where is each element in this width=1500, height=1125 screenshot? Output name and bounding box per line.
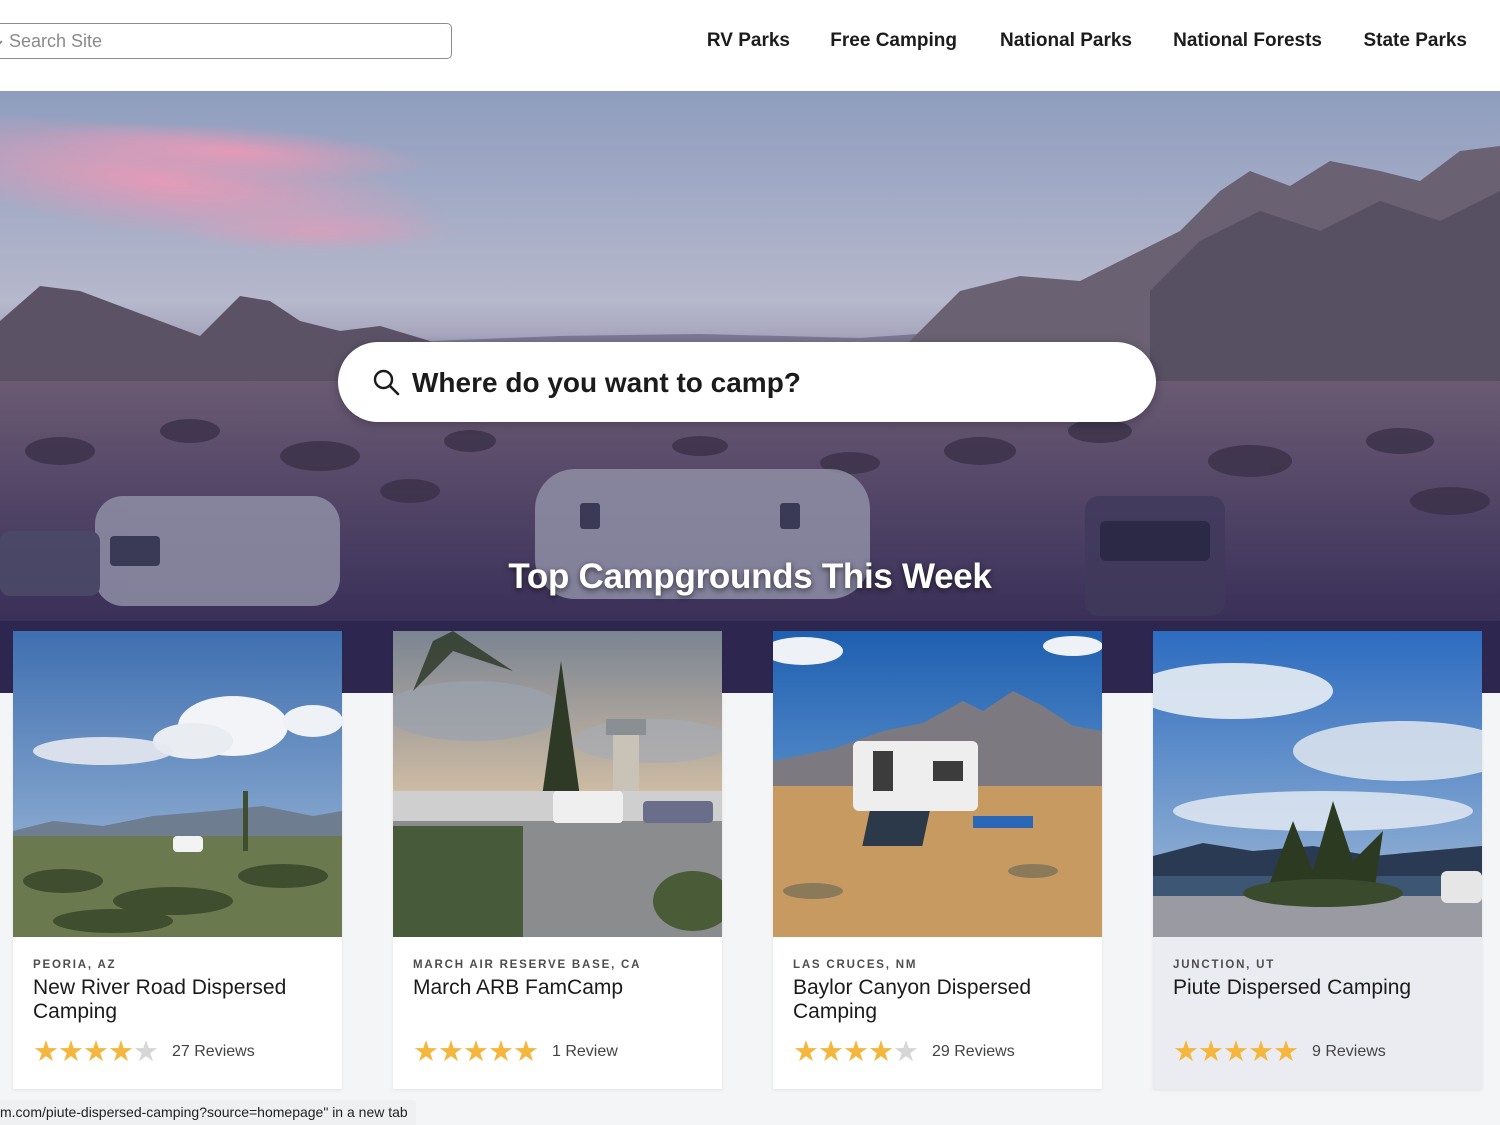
top-navigation-bar: RV Parks Free Camping National Parks Nat… [0, 0, 1500, 91]
star-filled-icon: ★ [108, 1036, 134, 1068]
campground-photo [393, 631, 722, 937]
link-status-bar: m.com/piute-dispersed-camping?source=hom… [0, 1100, 416, 1125]
campground-card[interactable]: JUNCTION, UT Piute Dispersed Camping ★ ★ ★… [1153, 631, 1482, 1089]
search-icon [0, 40, 3, 48]
search-icon [373, 369, 400, 396]
star-rating: ★ ★ ★ ★ ★ 27 Reviews [33, 1037, 255, 1067]
campground-location: JUNCTION, UT [1173, 959, 1276, 971]
star-filled-icon: ★ [818, 1036, 844, 1068]
star-rating: ★ ★ ★ ★ ★ 9 Reviews [1173, 1037, 1386, 1067]
nav-rv-parks[interactable]: RV Parks [707, 30, 790, 52]
campground-card[interactable]: PEORIA, AZ New River Road Dispersed Camp… [13, 631, 342, 1089]
campground-photo [1153, 631, 1482, 937]
site-search-input[interactable] [7, 29, 431, 53]
star-filled-icon: ★ [413, 1036, 439, 1068]
site-search-box[interactable] [0, 23, 452, 59]
nav-national-parks[interactable]: National Parks [1000, 30, 1132, 52]
star-rating: ★ ★ ★ ★ ★ 29 Reviews [793, 1037, 1015, 1067]
nav-state-parks[interactable]: State Parks [1363, 30, 1467, 52]
star-filled-icon: ★ [1173, 1036, 1199, 1068]
campground-photo [13, 631, 342, 937]
star-filled-icon: ★ [463, 1036, 489, 1068]
star-filled-icon: ★ [488, 1036, 514, 1068]
star-filled-icon: ★ [793, 1036, 819, 1068]
campground-card[interactable]: LAS CRUCES, NM Baylor Canyon Dispersed C… [773, 631, 1102, 1089]
star-filled-icon: ★ [843, 1036, 869, 1068]
campground-location: PEORIA, AZ [33, 959, 117, 971]
hero-banner: Top Campgrounds This Week [0, 91, 1500, 693]
review-count: 1 Review [552, 1043, 618, 1060]
star-filled-icon: ★ [83, 1036, 109, 1068]
campground-search-input[interactable] [410, 360, 1114, 406]
nav-national-forests[interactable]: National Forests [1173, 30, 1322, 52]
campground-name[interactable]: Piute Dispersed Camping [1173, 976, 1468, 1000]
review-count: 29 Reviews [932, 1043, 1015, 1060]
star-filled-icon: ★ [868, 1036, 894, 1068]
star-filled-icon: ★ [438, 1036, 464, 1068]
star-filled-icon: ★ [513, 1036, 539, 1068]
star-filled-icon: ★ [1248, 1036, 1274, 1068]
nav-free-camping[interactable]: Free Camping [830, 30, 957, 52]
campground-card[interactable]: MARCH AIR RESERVE BASE, CA March ARB Fam… [393, 631, 722, 1089]
star-filled-icon: ★ [58, 1036, 84, 1068]
review-count: 27 Reviews [172, 1043, 255, 1060]
campground-name[interactable]: March ARB FamCamp [413, 976, 708, 1000]
star-rating: ★ ★ ★ ★ ★ 1 Review [413, 1037, 618, 1067]
campground-name[interactable]: Baylor Canyon Dispersed Camping [793, 976, 1088, 1024]
campground-name[interactable]: New River Road Dispersed Camping [33, 976, 328, 1024]
star-empty-icon: ★ [893, 1036, 919, 1068]
star-filled-icon: ★ [1223, 1036, 1249, 1068]
review-count: 9 Reviews [1312, 1043, 1386, 1060]
main-nav: RV Parks Free Camping National Parks Nat… [700, 30, 1500, 58]
campground-search-bar[interactable] [338, 342, 1156, 422]
star-filled-icon: ★ [1198, 1036, 1224, 1068]
campground-location: LAS CRUCES, NM [793, 959, 918, 971]
star-filled-icon: ★ [1273, 1036, 1299, 1068]
campground-location: MARCH AIR RESERVE BASE, CA [413, 959, 642, 971]
campground-photo [773, 631, 1102, 937]
section-title: Top Campgrounds This Week [508, 557, 992, 596]
star-filled-icon: ★ [33, 1036, 59, 1068]
star-empty-icon: ★ [133, 1036, 159, 1068]
